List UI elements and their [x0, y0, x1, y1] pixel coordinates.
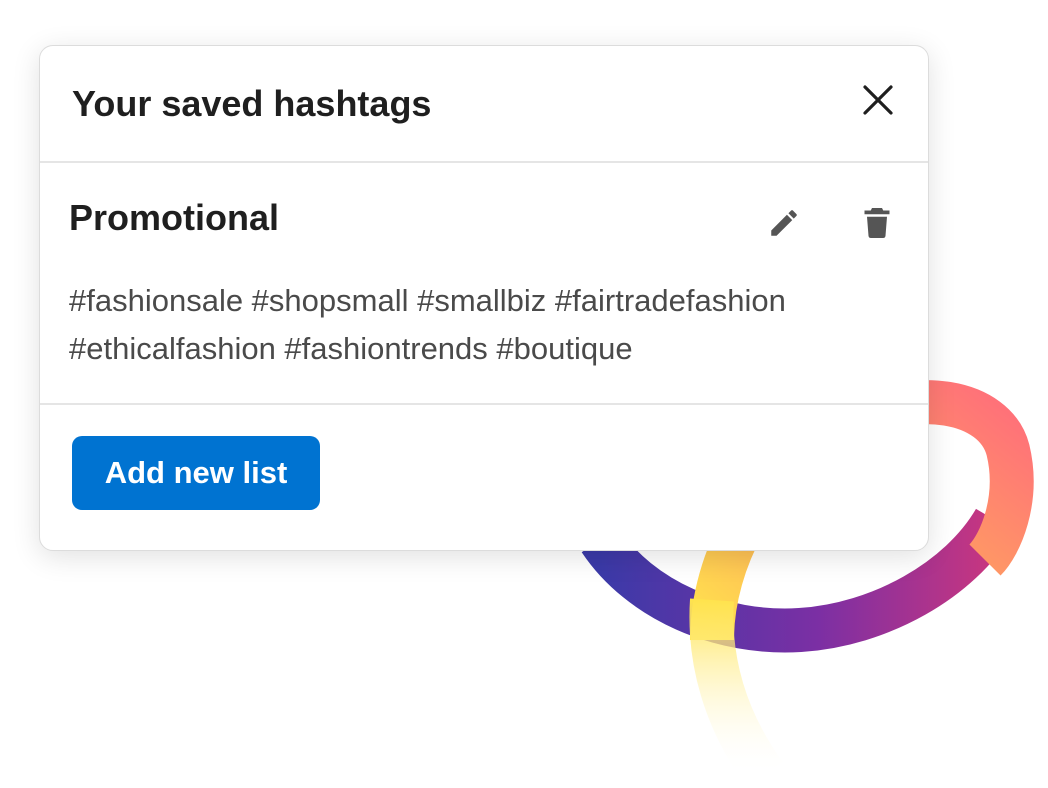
- stage: Your saved hashtags Promotional #fashion…: [0, 0, 1048, 788]
- panel-title: Your saved hashtags: [72, 83, 432, 124]
- add-new-list-button[interactable]: Add new list: [72, 436, 320, 510]
- edit-list-button[interactable]: [764, 203, 804, 243]
- hashtag-list-item: Promotional #fashionsale #shopsmall #sma…: [40, 163, 928, 405]
- pencil-icon: [771, 210, 797, 236]
- hashtag-text: #fashionsale #shopsmall #smallbiz #fairt…: [69, 283, 786, 366]
- saved-hashtags-panel: Your saved hashtags Promotional #fashion…: [39, 45, 929, 551]
- panel-header: Your saved hashtags: [40, 46, 928, 163]
- trash-icon: [864, 208, 890, 239]
- list-name: Promotional: [69, 197, 280, 238]
- close-button[interactable]: [858, 80, 898, 120]
- close-icon: [863, 85, 893, 115]
- delete-list-button[interactable]: [857, 203, 897, 243]
